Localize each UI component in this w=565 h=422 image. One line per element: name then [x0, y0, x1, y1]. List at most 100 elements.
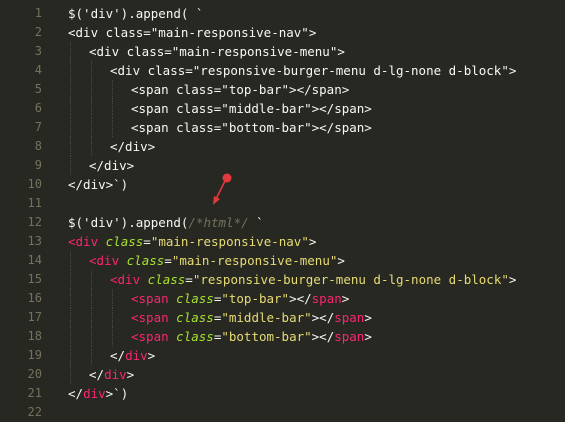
line-number: 5 [34, 82, 42, 96]
indent-guide [70, 270, 71, 289]
code-token: <div class="responsive-burger-menu d-lg-… [110, 63, 517, 78]
code-line[interactable]: 7 <span class="bottom-bar"></span> [0, 118, 565, 137]
code-token: class [176, 329, 214, 344]
line-number: 17 [27, 310, 42, 324]
indent-guide [91, 327, 92, 346]
code-text: <div class="main-responsive-nav"> [68, 23, 316, 42]
code-token: </ [110, 348, 126, 363]
code-text: <div class="main-responsive-menu"> [89, 42, 345, 61]
line-number: 2 [34, 25, 42, 39]
line-number: 15 [27, 272, 42, 286]
indent-guide [91, 346, 92, 365]
indent-guide [70, 42, 71, 61]
code-token: div [104, 367, 127, 382]
code-token: class [147, 272, 186, 287]
code-text: <span class="top-bar"></span> [131, 80, 349, 99]
code-token: <span [131, 291, 169, 306]
code-editor[interactable]: 1 $('div').append( ` 2 <div class="main-res… [0, 0, 565, 419]
indent-guide [70, 346, 71, 365]
indent-guide [91, 137, 92, 156]
code-token: <div class="main-responsive-menu"> [89, 44, 345, 59]
code-token: div [83, 386, 106, 401]
code-line[interactable]: 1 $('div').append( ` [0, 4, 565, 23]
code-line[interactable]: 6 <span class="middle-bar"></span> [0, 99, 565, 118]
code-text: </div> [89, 365, 134, 384]
code-text: <span class="middle-bar"></span> [131, 308, 372, 327]
code-token: </ [68, 386, 84, 401]
indent-guide [91, 270, 92, 289]
indent-guide [70, 99, 71, 118]
code-text: </div> [89, 156, 134, 175]
code-token: class [176, 310, 214, 325]
code-line[interactable]: 15 <div class="responsive-burger-menu d-l… [0, 270, 565, 289]
code-line[interactable]: 13 <div class="main-responsive-nav"> [0, 232, 565, 251]
indent-guide [112, 327, 113, 346]
code-text: </div> [110, 137, 155, 156]
indent-guide [70, 156, 71, 175]
line-number: 21 [27, 386, 42, 400]
code-lines[interactable]: 1 $('div').append( ` 2 <div class="main-res… [0, 4, 565, 422]
code-line[interactable]: 4 <div class="responsive-burger-menu d-lg… [0, 61, 565, 80]
code-token: "responsive-burger-menu d-lg-none d-bloc… [192, 272, 509, 287]
code-token: = [143, 234, 151, 249]
code-token: </div> [89, 158, 135, 173]
code-line[interactable]: 12 $('div').append(/*html*/ ` [0, 213, 565, 232]
code-text: <div class="main-responsive-menu"> [89, 251, 345, 270]
indent-guide [70, 327, 71, 346]
indent-guide [91, 99, 92, 118]
code-token: class [176, 291, 214, 306]
indent-guide [112, 118, 113, 137]
code-line[interactable]: 8 </div> [0, 137, 565, 156]
code-line[interactable]: 10 </div>`) [0, 175, 565, 194]
code-text: <span class="bottom-bar"></span> [131, 327, 372, 346]
code-text: <span class="middle-bar"></span> [131, 99, 372, 118]
code-text: </div>`) [68, 175, 128, 194]
code-line[interactable]: 9 </div> [0, 156, 565, 175]
indent-guide [70, 137, 71, 156]
indent-guide [91, 61, 92, 80]
line-number: 19 [27, 348, 42, 362]
code-token: /*html*/ [188, 215, 249, 230]
code-token: <span [131, 329, 169, 344]
code-token: <div class="main-responsive-nav"> [68, 25, 317, 40]
code-line[interactable]: 16 <span class="top-bar"></span> [0, 289, 565, 308]
line-number: 11 [27, 196, 42, 210]
code-token: <div [89, 253, 120, 268]
code-line[interactable]: 19 </div> [0, 346, 565, 365]
line-number: 1 [34, 6, 42, 20]
indent-guide [70, 365, 71, 384]
line-number: 3 [34, 44, 42, 58]
code-token: > [308, 234, 317, 249]
code-token: </div> [110, 139, 156, 154]
code-text: <span class="top-bar"></span> [131, 289, 349, 308]
code-token: "top-bar" [221, 291, 290, 306]
code-line[interactable]: 18 <span class="bottom-bar"></span> [0, 327, 565, 346]
code-text: </div> [110, 346, 155, 365]
code-line[interactable]: 14 <div class="main-responsive-menu"> [0, 251, 565, 270]
code-token: > [364, 329, 372, 344]
code-line[interactable]: 21 </div>`) [0, 384, 565, 403]
indent-guide [70, 118, 71, 137]
code-token: >`) [105, 386, 129, 401]
code-text: <div class="responsive-burger-menu d-lg-… [110, 61, 516, 80]
code-token: ></ [311, 329, 335, 344]
code-token: ></ [289, 291, 312, 306]
code-line[interactable]: 11 [0, 194, 565, 213]
indent-guide [112, 308, 113, 327]
code-token: "main-responsive-menu" [171, 253, 338, 268]
indent-guide [70, 61, 71, 80]
code-line[interactable]: 2 <div class="main-responsive-nav"> [0, 23, 565, 42]
code-text: $('div').append(/*html*/ ` [68, 213, 264, 232]
code-line[interactable]: 3 <div class="main-responsive-menu"> [0, 42, 565, 61]
code-line[interactable]: 17 <span class="middle-bar"></span> [0, 308, 565, 327]
code-token: <span [131, 310, 169, 325]
code-text: <div class="main-responsive-nav"> [68, 232, 316, 251]
code-token: > [508, 272, 517, 287]
code-line[interactable]: 5 <span class="top-bar"></span> [0, 80, 565, 99]
code-line[interactable]: 20 </div> [0, 365, 565, 384]
indent-guide [70, 289, 71, 308]
line-number: 18 [27, 329, 42, 343]
code-token: > [341, 291, 350, 306]
code-token: $('div').append( ` [68, 6, 204, 21]
